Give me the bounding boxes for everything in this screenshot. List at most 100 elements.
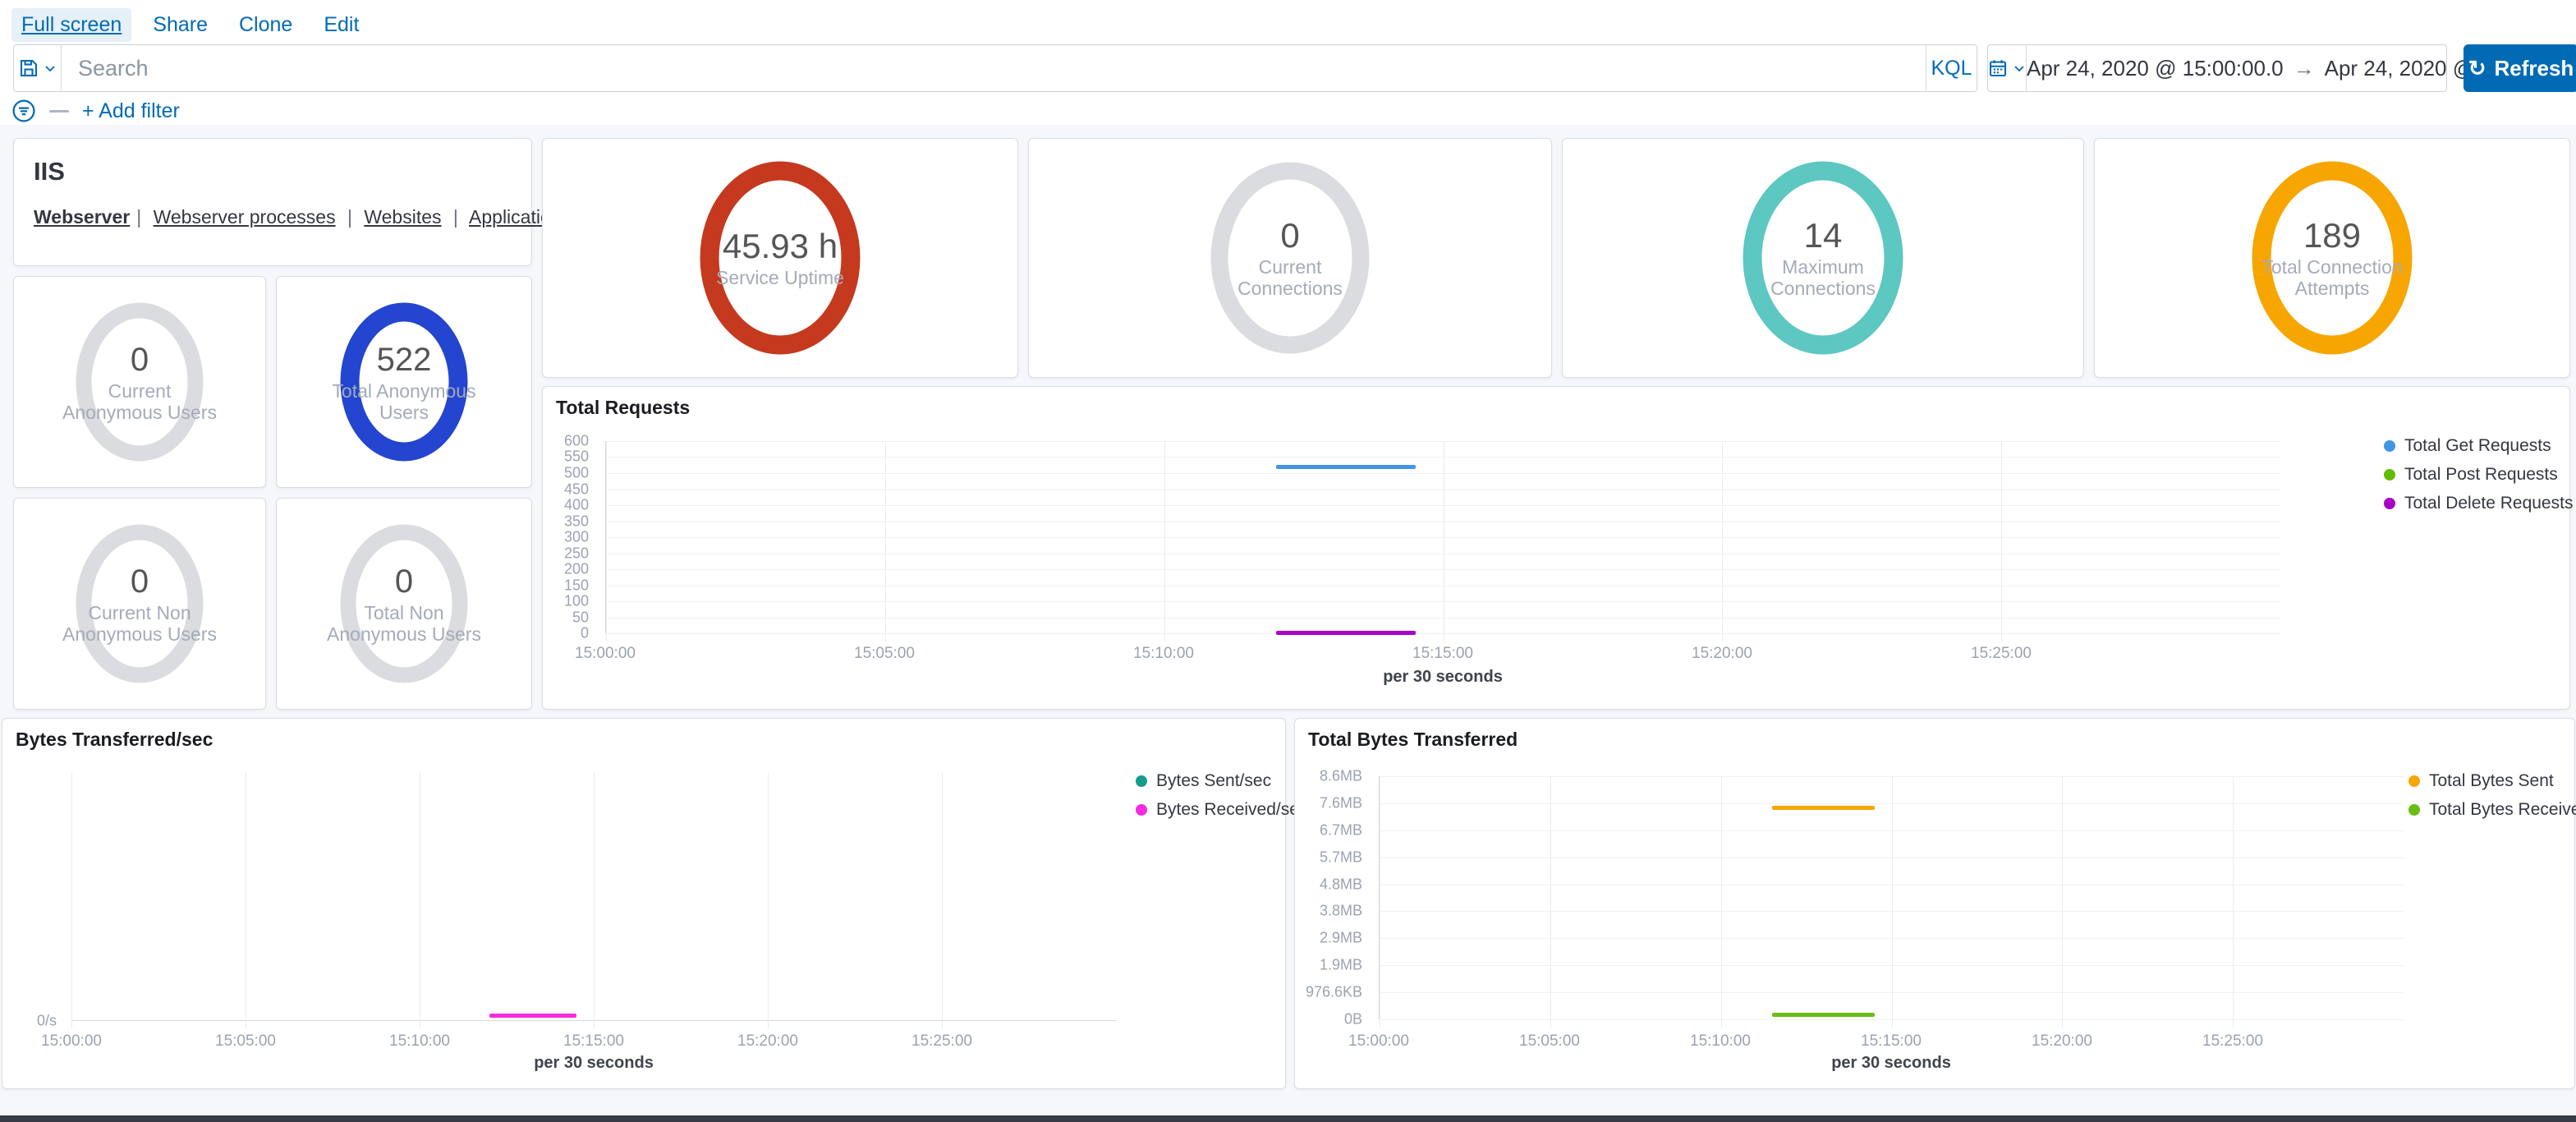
gridline-vertical (71, 773, 72, 1028)
panel-total-requests: Total Requests 6005505004504003503002502… (542, 386, 2570, 710)
gauge-total-non-anonymous-users: 0 Total Non Anonymous Users (338, 522, 470, 685)
series-line-total-get-requests (1276, 465, 1416, 469)
gridline-vertical (768, 773, 769, 1028)
x-axis-title: per 30 seconds (605, 668, 2280, 687)
panel-iis-links: IIS Webserver| Webserver processes | Web… (13, 138, 532, 266)
link-separator: | (130, 206, 148, 228)
x-tick-label: 15:10:00 (1133, 645, 1194, 663)
x-tick-label: 15:15:00 (1861, 1032, 1922, 1051)
kql-language-button[interactable]: KQL (1926, 45, 1977, 91)
gauge-maximum-connections: 14 Maximum Connections (1741, 159, 1905, 356)
y-axis: 8.6MB7.6MB6.7MB5.7MB4.8MB3.8MB2.9MB1.9MB… (1295, 776, 1371, 1019)
iis-links: Webserver| Webserver processes | Website… (34, 206, 613, 228)
y-tick-label: 0/s (37, 1013, 57, 1030)
panel-current-anonymous-users: 0 Current Anonymous Users (13, 276, 266, 488)
gauge-label: Total Connection Attempts (2250, 256, 2414, 299)
y-axis: 0/s (2, 773, 65, 1021)
legend-item-total-bytes-received[interactable]: Total Bytes Received (2408, 800, 2573, 820)
series-line-total-bytes-sent (1772, 806, 1875, 810)
chart-title: Bytes Transferred/sec (16, 729, 213, 751)
series-line-total-delete-requests (1276, 631, 1416, 635)
x-axis: 15:00:0015:05:0015:10:0015:15:0015:20:00… (1379, 1026, 2404, 1047)
chart-legend: Total Bytes Sent Total Bytes Received (2408, 771, 2573, 820)
y-tick-label: 0B (1344, 1011, 1362, 1028)
y-axis: 600550500450400350300250200150100500 (543, 441, 597, 633)
legend-dot (1136, 804, 1147, 816)
date-quick-select-button[interactable] (1988, 45, 2027, 91)
y-tick-label: 7.6MB (1320, 794, 1362, 812)
legend-label: Total Get Requests (2404, 436, 2551, 456)
y-tick-label: 4.8MB (1320, 876, 1362, 893)
header: Full screen Share Clone Edit KQL (0, 0, 2576, 125)
search-input[interactable] (62, 45, 1926, 91)
chart-plot-area[interactable] (605, 441, 2280, 633)
gauge-label: Maximum Connections (1741, 256, 1905, 299)
calendar-icon (1988, 58, 2008, 78)
filter-icon[interactable] (11, 99, 36, 123)
x-tick-label: 15:00:00 (1348, 1032, 1409, 1051)
y-tick-label: 450 (564, 481, 589, 498)
gauge-value: 0 (1208, 217, 1372, 255)
y-tick-label: 150 (564, 577, 589, 594)
y-tick-label: 550 (564, 448, 589, 466)
y-tick-label: 200 (564, 560, 589, 577)
link-webserver-processes[interactable]: Webserver processes (154, 206, 336, 228)
legend-item-total-get-requests[interactable]: Total Get Requests (2384, 436, 2565, 456)
legend-item-total-delete-requests[interactable]: Total Delete Requests (2384, 494, 2565, 513)
y-tick-label: 2.9MB (1320, 930, 1362, 947)
y-tick-label: 0 (581, 625, 589, 642)
gridline-vertical (1892, 776, 1893, 1028)
y-tick-label: 3.8MB (1320, 903, 1362, 920)
date-range-picker[interactable]: Apr 24, 2020 @ 15:00:00.0 → Apr 24, 2020… (1987, 44, 2447, 92)
refresh-label: Refresh (2494, 56, 2574, 81)
gauge-value: 45.93 h (698, 228, 862, 265)
legend-dot (2384, 440, 2395, 452)
chart-legend: Total Get Requests Total Post Requests Tot… (2384, 436, 2565, 513)
x-tick-label: 15:10:00 (389, 1032, 450, 1051)
chevron-down-icon (2013, 62, 2026, 75)
filter-separator (49, 110, 69, 113)
y-tick-label: 8.6MB (1320, 768, 1362, 785)
gridline-vertical (1550, 776, 1551, 1028)
x-tick-label: 15:10:00 (1690, 1032, 1751, 1051)
y-tick-label: 100 (564, 593, 589, 610)
gridline-vertical (1721, 776, 1722, 1028)
date-from[interactable]: Apr 24, 2020 @ 15:00:00.0 (2027, 56, 2284, 81)
y-tick-label: 6.7MB (1320, 821, 1362, 839)
legend-item-total-post-requests[interactable]: Total Post Requests (2384, 465, 2565, 485)
menu-item-share[interactable]: Share (143, 8, 218, 42)
legend-label: Total Post Requests (2404, 465, 2558, 485)
menu-item-full-screen[interactable]: Full screen (11, 8, 131, 42)
chart-plot-area[interactable] (71, 773, 1116, 1021)
dashboard-menu: Full screen Share Clone Edit (11, 8, 369, 41)
panel-total-connection-attempts: 189 Total Connection Attempts (2094, 138, 2570, 378)
y-tick-label: 1.9MB (1320, 957, 1362, 974)
refresh-button[interactable]: ↻ Refresh (2464, 44, 2576, 92)
menu-item-clone[interactable]: Clone (229, 8, 302, 42)
legend-label: Bytes Received/sec (1156, 800, 1307, 820)
x-tick-label: 15:15:00 (563, 1032, 624, 1051)
chart-plot-area[interactable] (1379, 776, 2404, 1019)
link-separator: | (447, 206, 465, 228)
link-webserver[interactable]: Webserver (34, 206, 130, 228)
legend-dot (1136, 775, 1147, 787)
gauge-label: Total Non Anonymous Users (322, 602, 486, 645)
gauge-label: Current Non Anonymous Users (57, 602, 222, 645)
date-range-arrow-icon: → (2294, 56, 2315, 81)
gauge-label: Total Anonymous Users (322, 380, 486, 423)
x-tick-label: 15:20:00 (2032, 1032, 2092, 1051)
gauge-total-connection-attempts: 189 Total Connection Attempts (2250, 159, 2414, 356)
panel-maximum-connections: 14 Maximum Connections (1562, 138, 2084, 378)
panel-bytes-transferred-per-sec: Bytes Transferred/sec 0/s 15:00:0015:05:… (2, 718, 1286, 1089)
legend-item-bytes-sent-sec[interactable]: Bytes Sent/sec (1136, 771, 1283, 791)
menu-item-edit[interactable]: Edit (314, 8, 369, 42)
legend-label: Bytes Sent/sec (1156, 771, 1271, 791)
gridline-vertical (885, 441, 886, 641)
gridline-vertical (2001, 441, 2002, 641)
legend-item-total-bytes-sent[interactable]: Total Bytes Sent (2408, 771, 2573, 791)
y-tick-label: 300 (564, 529, 589, 546)
saved-query-menu-button[interactable] (14, 45, 62, 91)
legend-item-bytes-received-sec[interactable]: Bytes Received/sec (1136, 800, 1283, 820)
add-filter-button[interactable]: + Add filter (82, 99, 180, 123)
link-websites[interactable]: Websites (364, 206, 441, 228)
